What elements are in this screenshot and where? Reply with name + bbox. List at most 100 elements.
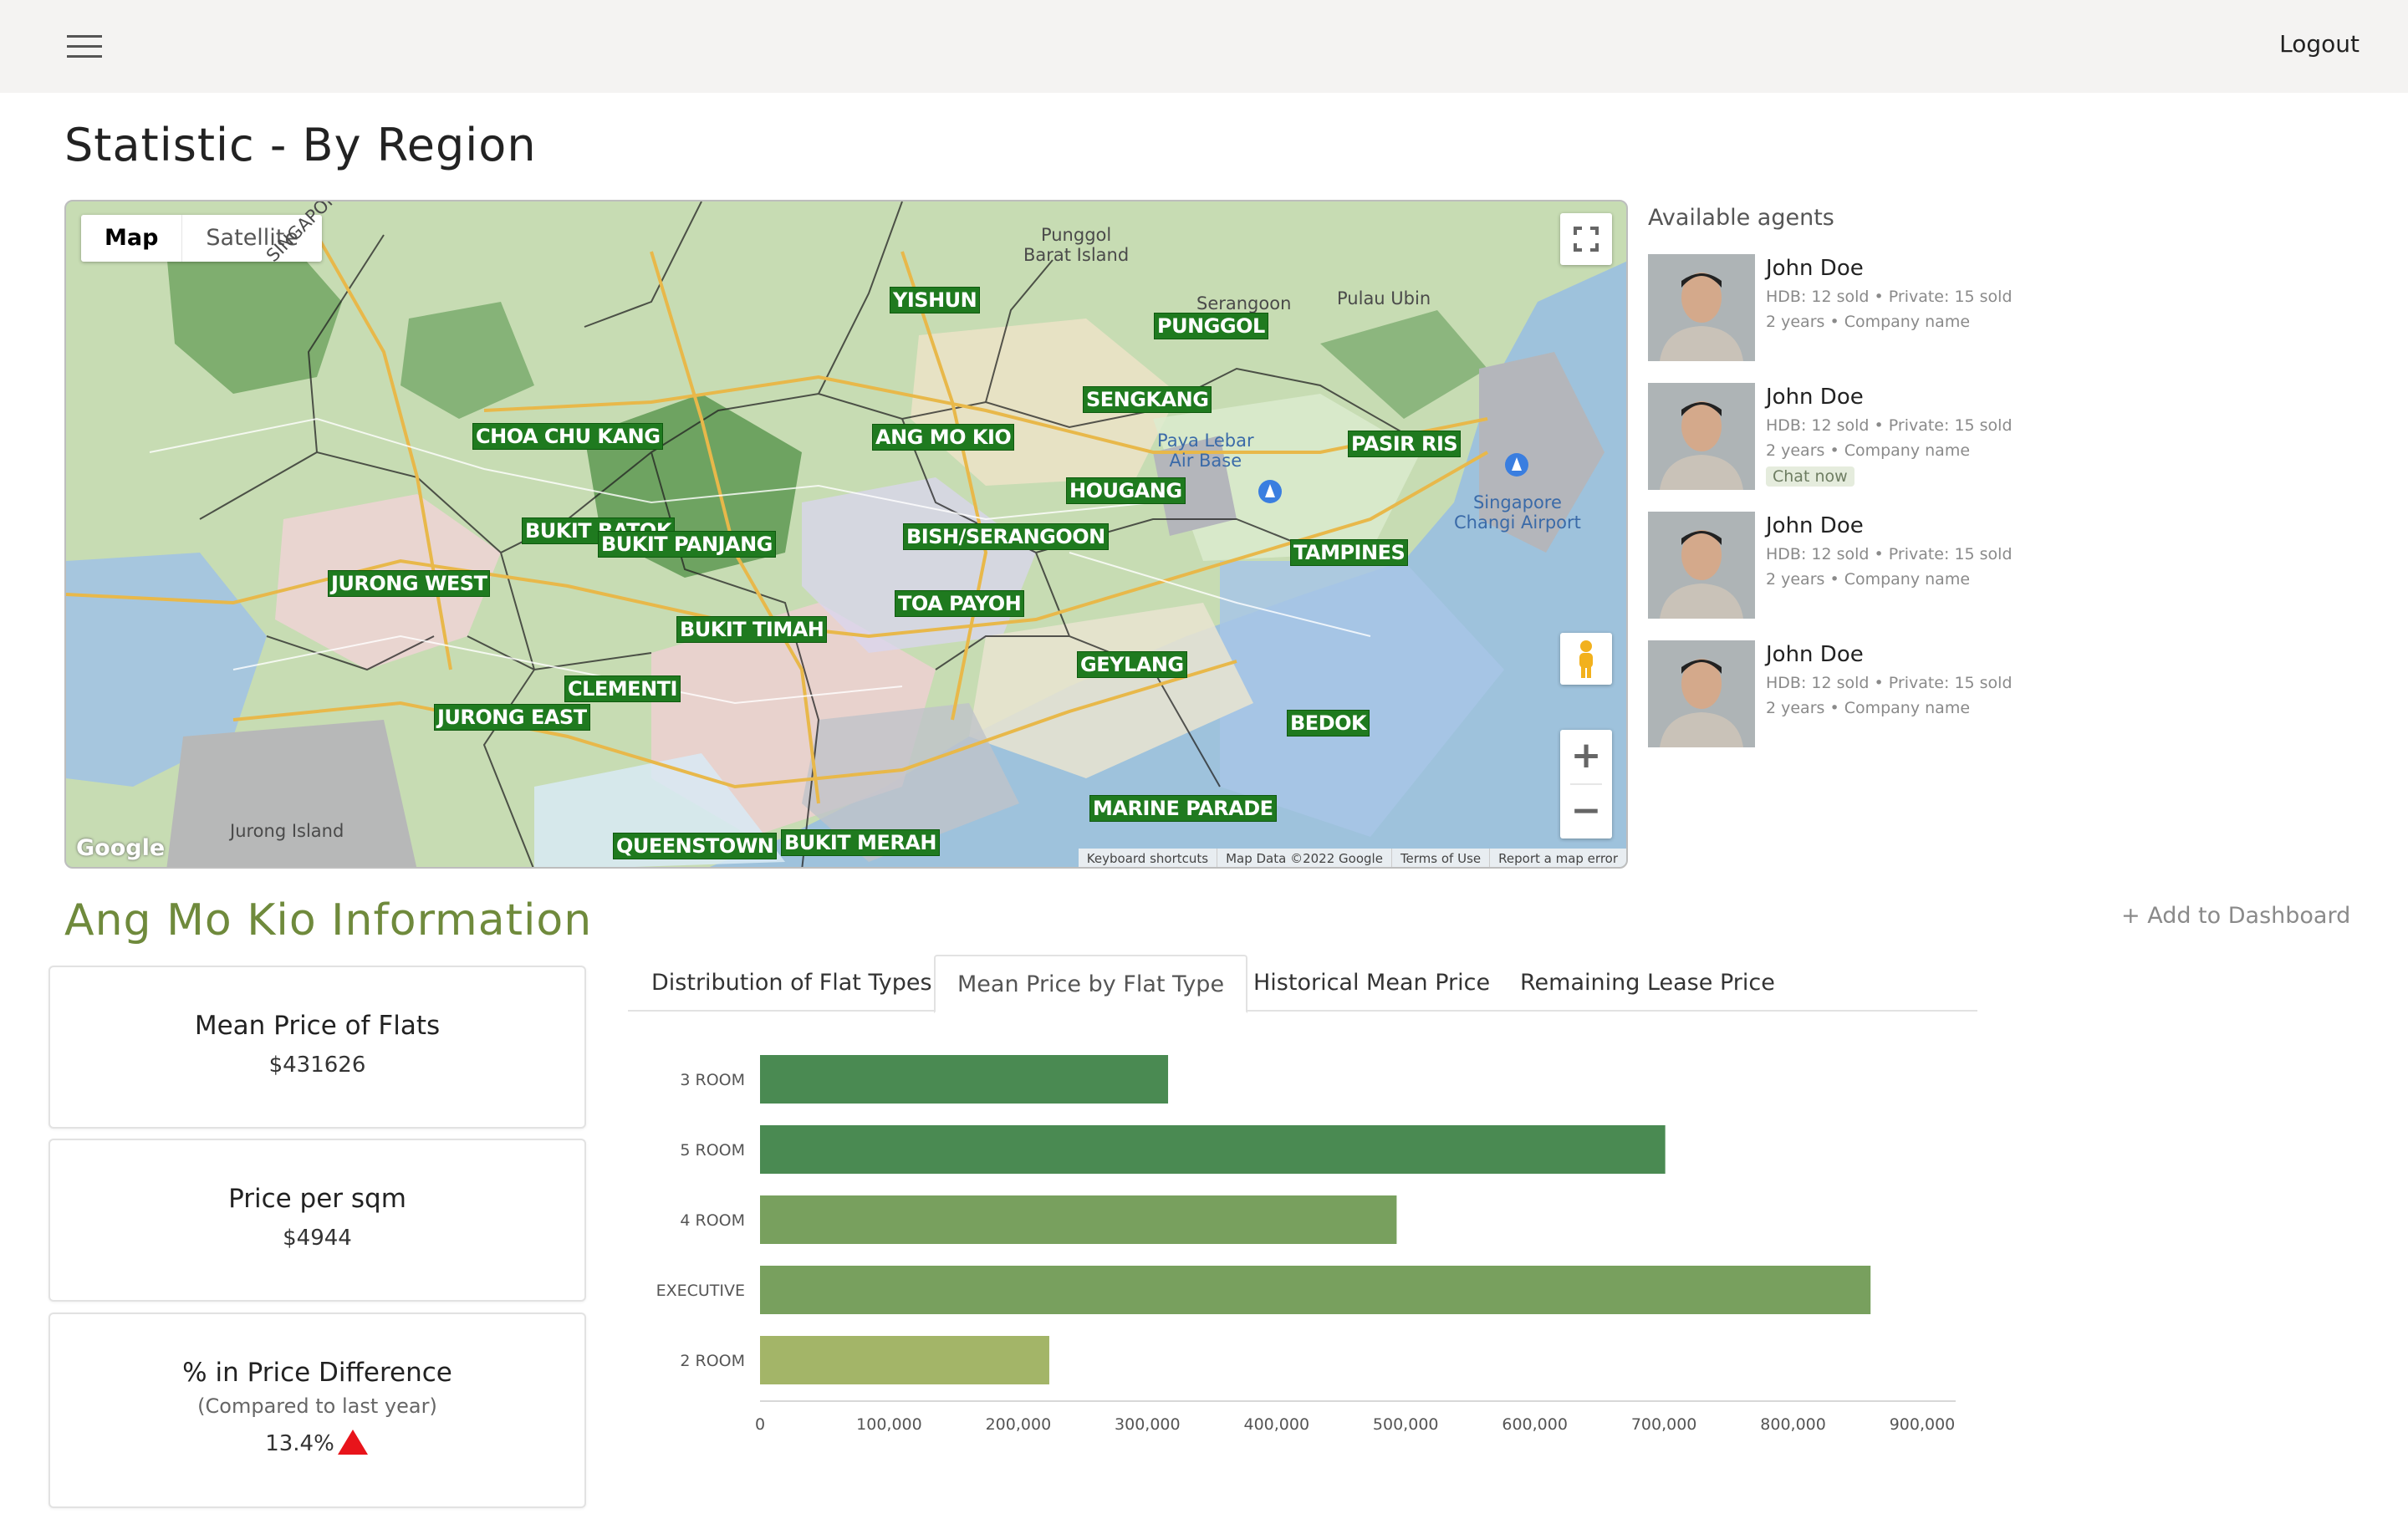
region-label-queenstown[interactable]: QUEENSTOWN bbox=[613, 833, 778, 859]
terms-of-use-link[interactable]: Terms of Use bbox=[1390, 849, 1489, 867]
region-label-bukit-panjang[interactable]: BUKIT PANJANG bbox=[598, 531, 776, 558]
agent-meta: 2 years • Company name bbox=[1766, 570, 1971, 589]
agent-stats: HDB: 12 sold • Private: 15 sold bbox=[1766, 416, 2013, 435]
region-map[interactable]: Map Satellite Punggol Barat Island Seran… bbox=[64, 200, 1628, 869]
bar-3-room[interactable] bbox=[760, 1055, 1169, 1104]
bar-2-room[interactable] bbox=[760, 1336, 1049, 1384]
agent-meta: 2 years • Company name bbox=[1766, 699, 1971, 717]
x-tick-label: 400,000 bbox=[1243, 1415, 1309, 1434]
region-label-yishun[interactable]: YISHUN bbox=[890, 287, 981, 313]
zoom-out-button[interactable]: − bbox=[1560, 785, 1612, 839]
agent-avatar bbox=[1648, 512, 1755, 619]
region-info-title: Ang Mo Kio Information bbox=[64, 895, 593, 946]
region-label-bishan[interactable]: BISH/SERANGOON bbox=[903, 523, 1109, 550]
agent-avatar bbox=[1648, 640, 1755, 747]
region-label-jurong-east[interactable]: JURONG EAST bbox=[434, 704, 590, 731]
agent-meta: 2 years • Company name bbox=[1766, 313, 1971, 331]
map-type-map-button[interactable]: Map bbox=[81, 215, 181, 262]
region-label-geylang[interactable]: GEYLANG bbox=[1077, 651, 1187, 678]
bar-4-room[interactable] bbox=[760, 1195, 1397, 1244]
map-place-pulau-ubin: Pulau Ubin bbox=[1337, 288, 1431, 308]
price-difference-card: % in Price Difference (Compared to last … bbox=[48, 1313, 586, 1508]
region-label-jurong-west[interactable]: JURONG WEST bbox=[328, 570, 491, 597]
region-label-toa-payoh[interactable]: TOA PAYOH bbox=[895, 590, 1025, 617]
card-value: 13.4% bbox=[265, 1431, 334, 1456]
card-value-row: 13.4% bbox=[50, 1428, 584, 1456]
x-tick-label: 600,000 bbox=[1502, 1415, 1568, 1434]
y-tick-label: EXECUTIVE bbox=[656, 1282, 745, 1300]
agent-name: John Doe bbox=[1766, 385, 1864, 410]
agent-stats: HDB: 12 sold • Private: 15 sold bbox=[1766, 674, 2013, 692]
price-per-sqm-card: Price per sqm $4944 bbox=[48, 1139, 586, 1302]
chat-now-button[interactable]: Chat now bbox=[1766, 466, 1854, 487]
card-value: $4944 bbox=[283, 1226, 352, 1251]
tab-remaining-lease-price[interactable]: Remaining Lease Price bbox=[1520, 955, 1775, 1012]
region-label-choa-chu-kang[interactable]: CHOA CHU KANG bbox=[472, 423, 664, 450]
card-value: $431626 bbox=[268, 1053, 366, 1078]
card-title: Mean Price of Flats bbox=[194, 1011, 441, 1041]
region-label-tampines[interactable]: TAMPINES bbox=[1290, 539, 1409, 566]
pegman-icon bbox=[1579, 640, 1593, 678]
y-tick-label: 2 ROOM bbox=[680, 1352, 745, 1370]
tab-mean-price-by-flat-type[interactable]: Mean Price by Flat Type bbox=[934, 955, 1248, 1013]
street-view-pegman-button[interactable] bbox=[1560, 633, 1612, 685]
tab-historical-mean-price[interactable]: Historical Mean Price bbox=[1253, 955, 1490, 1012]
map-place-jurong-island: Jurong Island bbox=[230, 821, 344, 841]
map-place-punggol-barat: Punggol Barat Island bbox=[1023, 225, 1130, 265]
agent-avatar bbox=[1648, 254, 1755, 361]
region-label-punggol[interactable]: PUNGGOL bbox=[1154, 313, 1268, 339]
fullscreen-icon bbox=[1574, 227, 1599, 252]
x-tick-label: 100,000 bbox=[856, 1415, 922, 1434]
x-tick-label: 200,000 bbox=[986, 1415, 1052, 1434]
x-tick-label: 500,000 bbox=[1373, 1415, 1439, 1434]
agent-name: John Doe bbox=[1766, 642, 1864, 667]
region-label-hougang[interactable]: HOUGANG bbox=[1066, 477, 1186, 504]
agent-card[interactable]: John Doe HDB: 12 sold • Private: 15 sold… bbox=[1648, 640, 2066, 751]
agent-avatar bbox=[1648, 383, 1755, 490]
agent-name: John Doe bbox=[1766, 256, 1864, 281]
agent-stats: HDB: 12 sold • Private: 15 sold bbox=[1766, 545, 2013, 563]
card-title: Price per sqm bbox=[228, 1184, 406, 1214]
map-data-text: Map Data ©2022 Google bbox=[1217, 849, 1391, 867]
top-bar: Logout bbox=[0, 0, 2408, 93]
region-label-bedok[interactable]: BEDOK bbox=[1287, 710, 1370, 737]
logout-button[interactable]: Logout bbox=[2279, 30, 2360, 58]
y-tick-label: 4 ROOM bbox=[680, 1211, 745, 1230]
chart-tabs: Distribution of Flat Types Mean Price by… bbox=[628, 955, 1977, 1013]
region-label-bukit-merah[interactable]: BUKIT MERAH bbox=[781, 829, 940, 856]
agent-card[interactable]: John Doe HDB: 12 sold • Private: 15 sold… bbox=[1648, 254, 2066, 364]
bar-5-room[interactable] bbox=[760, 1125, 1666, 1174]
mean-price-bar-chart: 3 ROOM 5 ROOM 4 ROOM EXECUTIVE 2 ROOM 0 100,00… bbox=[656, 1055, 1956, 1434]
agent-card[interactable]: John Doe HDB: 12 sold • Private: 15 sold… bbox=[1648, 512, 2066, 622]
map-place-paya-lebar: Paya Lebar Air Base bbox=[1157, 431, 1254, 471]
bar-executive[interactable] bbox=[760, 1266, 1871, 1314]
tab-distribution-of-flat-types[interactable]: Distribution of Flat Types bbox=[651, 955, 932, 1012]
y-tick-label: 5 ROOM bbox=[680, 1141, 745, 1160]
x-tick-label: 700,000 bbox=[1631, 1415, 1697, 1434]
region-label-bukit-timah[interactable]: BUKIT TIMAH bbox=[676, 616, 828, 643]
zoom-control: + − bbox=[1560, 730, 1612, 839]
agent-stats: HDB: 12 sold • Private: 15 sold bbox=[1766, 288, 2013, 306]
region-label-sengkang[interactable]: SENGKANG bbox=[1083, 386, 1212, 413]
region-label-pasir-ris[interactable]: PASIR RIS bbox=[1348, 431, 1462, 457]
card-title: % in Price Difference bbox=[182, 1358, 452, 1388]
region-label-marine-parade[interactable]: MARINE PARADE bbox=[1089, 795, 1277, 822]
x-tick-label: 300,000 bbox=[1115, 1415, 1181, 1434]
x-tick-label: 900,000 bbox=[1890, 1415, 1956, 1434]
agents-title: Available agents bbox=[1648, 205, 1834, 231]
map-place-changi: Singapore Changi Airport bbox=[1454, 492, 1581, 533]
keyboard-shortcuts-link[interactable]: Keyboard shortcuts bbox=[1079, 849, 1217, 867]
fullscreen-button[interactable] bbox=[1560, 213, 1612, 265]
region-label-clementi[interactable]: CLEMENTI bbox=[564, 675, 681, 702]
card-subtitle: (Compared to last year) bbox=[197, 1394, 437, 1418]
region-label-ang-mo-kio[interactable]: ANG MO KIO bbox=[872, 424, 1015, 451]
agent-name: John Doe bbox=[1766, 513, 1864, 538]
agent-meta: 2 years • Company name bbox=[1766, 441, 1971, 460]
y-tick-label: 3 ROOM bbox=[680, 1071, 745, 1089]
zoom-in-button[interactable]: + bbox=[1560, 730, 1612, 783]
agent-card[interactable]: John Doe HDB: 12 sold • Private: 15 sold… bbox=[1648, 383, 2066, 493]
trend-up-icon bbox=[337, 1430, 368, 1455]
hamburger-menu-icon[interactable] bbox=[67, 33, 102, 60]
add-to-dashboard-button[interactable]: + Add to Dashboard bbox=[2121, 903, 2350, 929]
report-map-error-link[interactable]: Report a map error bbox=[1489, 849, 1626, 867]
